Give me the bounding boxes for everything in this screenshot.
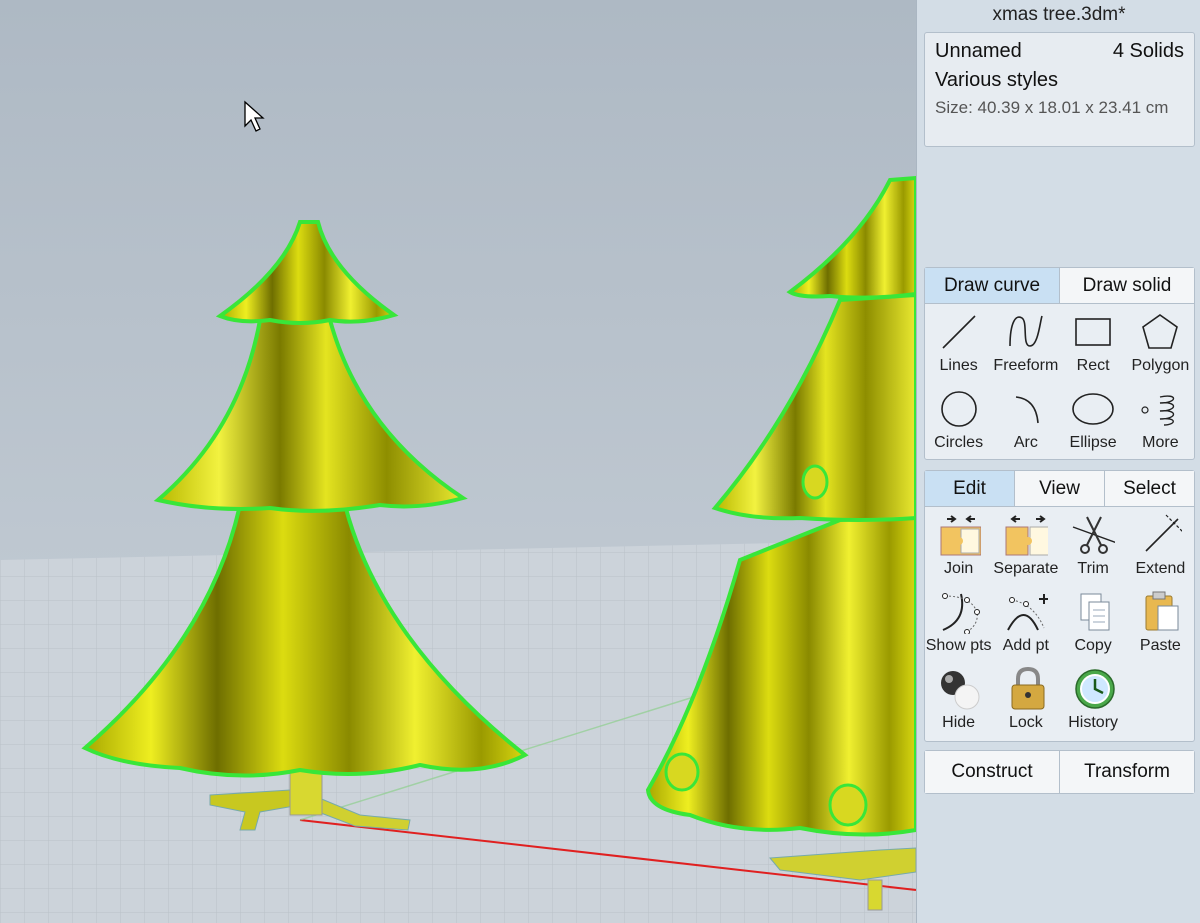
history-button[interactable]: History [1060,661,1127,738]
side-panel: xmas tree.3dm* Unnamed 4 Solids Various … [916,0,1200,923]
circles-label: Circles [934,434,984,451]
separate-label: Separate [993,560,1059,577]
copy-icon [1071,590,1115,634]
scene-canvas[interactable] [0,0,916,923]
tab-draw-solid[interactable]: Draw solid [1060,268,1194,303]
object-name[interactable]: Unnamed [935,40,1022,63]
line-icon [937,310,981,354]
object-count: 4 Solids [1112,40,1184,62]
copy-label: Copy [1074,637,1112,654]
arc-icon [1004,387,1048,431]
draw-tools-grid: Lines Freeform Rect Polygon Circles Arc [925,304,1194,458]
rectangle-icon [1071,310,1115,354]
add-point-icon [1004,590,1048,634]
spiral-icon [1138,387,1182,431]
more-button[interactable]: More [1127,381,1194,458]
paste-icon [1138,590,1182,634]
hide-icon [937,667,981,711]
extend-label: Extend [1135,560,1186,577]
bottom-tabs: Construct Transform [925,751,1194,793]
bottom-panel: Construct Transform [924,750,1195,794]
add-point-button[interactable]: Add pt [992,584,1059,661]
add-point-label: Add pt [1002,637,1049,654]
freeform-label: Freeform [993,357,1059,374]
draw-tabs: Draw curve Draw solid [925,268,1194,304]
edit-panel: Edit View Select Join Separate Trim Exte… [924,470,1195,742]
join-button[interactable]: Join [925,507,992,584]
more-label: More [1142,434,1179,451]
extend-icon [1138,513,1183,557]
lines-button[interactable]: Lines [925,304,992,381]
tab-transform[interactable]: Transform [1060,751,1194,793]
tab-draw-curve[interactable]: Draw curve [925,268,1060,303]
paste-button[interactable]: Paste [1127,584,1194,661]
separate-icon [1004,513,1048,557]
edit-tools-grid: Join Separate Trim Extend Show pts Add p… [925,507,1194,738]
trim-button[interactable]: Trim [1060,507,1127,584]
object-size: Size: 40.39 x 18.01 x 23.41 cm [935,98,1169,117]
ellipse-label: Ellipse [1069,434,1117,451]
lock-label: Lock [1008,714,1043,731]
lines-label: Lines [939,357,978,374]
scissors-icon [1071,513,1116,557]
object-styles[interactable]: Various styles [935,69,1058,92]
polygon-button[interactable]: Polygon [1127,304,1194,381]
join-label: Join [943,560,974,577]
rect-button[interactable]: Rect [1060,304,1127,381]
viewport-3d[interactable] [0,0,916,923]
arc-button[interactable]: Arc [992,381,1059,458]
polygon-icon [1138,310,1182,354]
history-label: History [1068,714,1119,731]
ellipse-button[interactable]: Ellipse [1060,381,1127,458]
tab-view[interactable]: View [1015,471,1105,506]
ellipse-icon [1071,387,1115,431]
hide-label: Hide [942,714,976,731]
tab-construct[interactable]: Construct [925,751,1060,793]
show-points-label: Show pts [925,637,992,654]
edit-tabs: Edit View Select [925,471,1194,507]
circles-button[interactable]: Circles [925,381,992,458]
show-points-button[interactable]: Show pts [925,584,992,661]
lock-icon [1004,667,1048,711]
separate-button[interactable]: Separate [992,507,1059,584]
freeform-button[interactable]: Freeform [992,304,1059,381]
extend-button[interactable]: Extend [1127,507,1194,584]
tab-select[interactable]: Select [1105,471,1194,506]
rect-label: Rect [1076,357,1110,374]
circle-icon [937,387,981,431]
join-icon [937,513,981,557]
arc-label: Arc [1013,434,1038,451]
lock-button[interactable]: Lock [992,661,1059,738]
file-title: xmas tree.3dm* [992,4,1126,25]
hide-button[interactable]: Hide [925,661,992,738]
draw-panel: Draw curve Draw solid Lines Freeform Rec… [924,267,1195,460]
paste-label: Paste [1139,637,1181,654]
show-points-icon [937,590,981,634]
copy-button[interactable]: Copy [1060,584,1127,661]
freeform-icon [1004,310,1048,354]
polygon-label: Polygon [1131,357,1190,374]
trim-label: Trim [1077,560,1109,577]
history-icon [1071,667,1115,711]
tab-edit[interactable]: Edit [925,471,1015,506]
selection-info-box: Unnamed 4 Solids Various styles Size: 40… [924,32,1195,147]
